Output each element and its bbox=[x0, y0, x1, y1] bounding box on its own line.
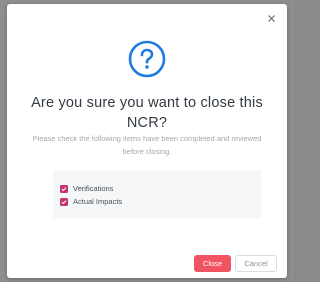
cancel-button[interactable]: Cancel bbox=[235, 255, 277, 272]
close-ncr-button[interactable]: Close bbox=[194, 255, 231, 272]
checklist-label: Verifications bbox=[73, 184, 114, 193]
check-icon bbox=[61, 187, 67, 192]
dialog-title: Are you sure you want to close this NCR? bbox=[31, 95, 263, 131]
dialog-message: Please check the following items have be… bbox=[32, 134, 262, 156]
checklist-item-actual-impacts[interactable]: Actual Impacts bbox=[60, 196, 261, 208]
close-icon[interactable] bbox=[263, 10, 279, 26]
checkbox-checked[interactable] bbox=[60, 185, 68, 193]
checklist-label: Actual Impacts bbox=[73, 197, 123, 206]
check-icon bbox=[61, 200, 67, 205]
checkbox-checked[interactable] bbox=[60, 198, 68, 206]
checklist-panel: Verifications Actual Impacts bbox=[53, 170, 261, 218]
checklist-item-verifications[interactable]: Verifications bbox=[60, 183, 261, 195]
question-circle-icon bbox=[128, 40, 166, 78]
confirm-close-dialog: Are you sure you want to close this NCR?… bbox=[7, 4, 287, 278]
